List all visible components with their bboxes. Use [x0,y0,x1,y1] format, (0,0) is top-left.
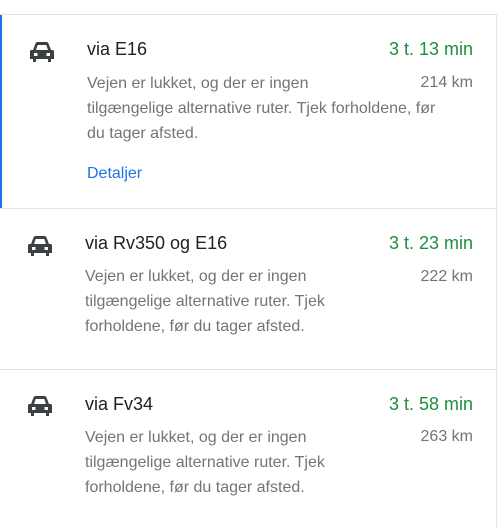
route-via-label: via Fv34 [85,394,154,414]
route-warning: Vejen er lukket, og der er ingen tilgæng… [87,71,467,146]
route-duration: 3 t. 13 min [388,39,473,59]
car-icon [27,395,53,417]
route-warning-line: Vejen er lukket, og der er ingen [85,268,307,285]
route-option-2[interactable]: via Rv350 og E16 3 t. 23 min 222 km Veje… [0,209,497,369]
route-distance: 222 km [420,268,473,285]
route-warning-line: forholdene, før du tager afsted. [85,318,305,335]
route-warning-line: Vejen er lukket, og der er ingen [87,75,309,92]
route-warning-line: tilgængelige alternative ruter. Tjek [85,293,325,310]
details-link[interactable]: Detaljer [87,165,142,183]
route-warning-line: tilgængelige alternative ruter. Tjek [85,454,325,471]
route-distance: 263 km [420,428,473,445]
route-warning-line: Vejen er lukket, og der er ingen [85,429,307,446]
route-warning-line: tilgængelige alternative ruter. Tjek for… [87,100,436,117]
route-duration: 3 t. 23 min [388,233,473,253]
route-option-1[interactable]: via E16 3 t. 13 min 214 km Vejen er lukk… [0,15,497,208]
route-options-panel: via E16 3 t. 13 min 214 km Vejen er lukk… [0,0,499,528]
route-warning-line: du tager afsted. [87,125,199,142]
route-option-3[interactable]: via Fv34 3 t. 58 min 263 km Vejen er luk… [0,370,497,528]
route-duration: 3 t. 58 min [388,394,473,414]
route-via-label: via Rv350 og E16 [85,233,228,253]
car-icon [27,235,53,257]
route-warning: Vejen er lukket, og der er ingen tilgæng… [85,264,385,339]
route-via-label: via E16 [87,39,148,59]
route-warning-line: forholdene, før du tager afsted. [85,479,305,496]
car-icon [29,41,55,63]
route-warning: Vejen er lukket, og der er ingen tilgæng… [85,425,385,500]
